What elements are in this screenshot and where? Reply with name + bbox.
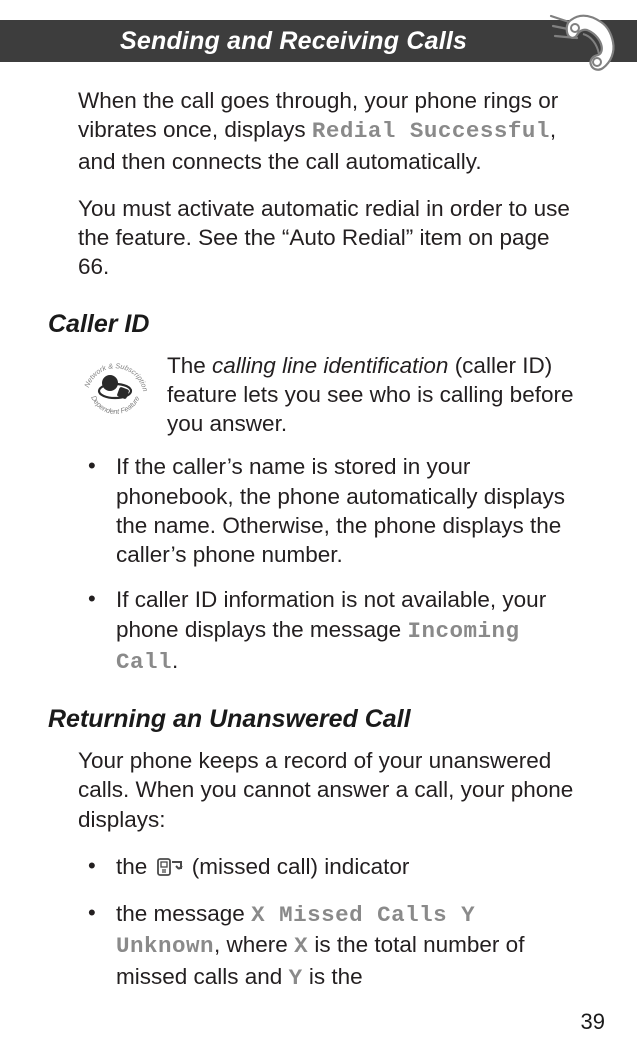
chapter-header: Sending and Receiving Calls <box>0 20 637 62</box>
heading-returning-call: Returning an Unanswered Call <box>48 705 587 734</box>
chapter-title: Sending and Receiving Calls <box>0 27 467 56</box>
lcd-text-y: Y <box>289 965 303 991</box>
missed-call-icon <box>157 854 183 883</box>
page-number: 39 <box>581 1009 605 1035</box>
caller-id-bullets: If the caller’s name is stored in your p… <box>78 452 587 677</box>
intro-paragraph-1: When the call goes through, your phone r… <box>78 86 587 176</box>
phone-receiver-icon <box>549 8 619 78</box>
intro-paragraph-2: You must activate automatic redial in or… <box>78 194 587 282</box>
list-item: the (missed call) indicator <box>78 852 587 883</box>
heading-caller-id: Caller ID <box>48 310 587 339</box>
lcd-text-redial: Redial Successful <box>312 118 550 144</box>
returning-paragraph: Your phone keeps a record of your unansw… <box>78 746 587 834</box>
text-fragment: The <box>167 353 212 378</box>
italic-term: calling line identification <box>212 353 448 378</box>
text-fragment: (missed call) indicator <box>186 854 410 879</box>
text-fragment: , where <box>214 932 294 957</box>
lcd-text-x: X <box>294 933 308 959</box>
returning-bullets: the (missed call) indicator the message … <box>78 852 587 993</box>
list-item: If the caller’s name is stored in your p… <box>78 452 587 569</box>
network-dependent-feature-icon: Network & Subscription Dependent Feature <box>78 351 153 431</box>
text-fragment: the message <box>116 901 251 926</box>
text-fragment: is the <box>303 964 363 989</box>
list-item: If caller ID information is not availabl… <box>78 585 587 677</box>
text-fragment: the <box>116 854 154 879</box>
list-item: the message X Missed Calls Y Unknown, wh… <box>78 899 587 993</box>
text-fragment: . <box>172 648 178 673</box>
caller-id-lead: The calling line identification (caller … <box>167 351 587 439</box>
